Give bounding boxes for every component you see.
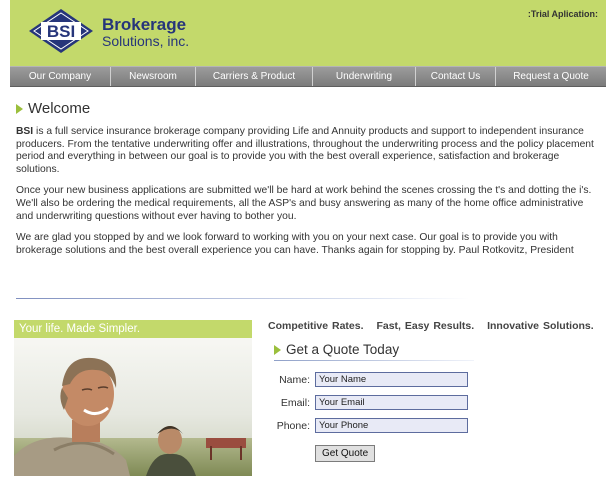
name-row: Name: <box>268 372 468 387</box>
triangle-bullet-icon <box>274 344 281 355</box>
quote-underline <box>274 360 474 361</box>
nav-request-quote[interactable]: Request a Quote <box>496 67 606 86</box>
welcome-content: BSI is a full service insurance brokerag… <box>16 126 601 266</box>
name-input[interactable] <box>315 372 468 387</box>
section-divider <box>16 298 470 299</box>
welcome-title: Welcome <box>28 100 91 117</box>
nav-our-company[interactable]: Our Company <box>10 67 111 86</box>
nav-underwriting[interactable]: Underwriting <box>313 67 416 86</box>
process-paragraph: Once your new business applications are … <box>16 185 592 222</box>
tagline-solutions: Innovative Solutions. <box>487 320 594 332</box>
intro-rest: is a full service insurance brokerage co… <box>16 126 594 175</box>
email-input[interactable] <box>315 395 468 410</box>
site-header: BSI Brokerage Solutions, inc. :Trial Apl… <box>10 0 606 66</box>
phone-input[interactable] <box>315 418 468 433</box>
bsi-logo[interactable]: BSI <box>28 8 94 54</box>
brand-name: Brokerage Solutions, inc. <box>102 15 190 49</box>
logo-text: BSI <box>47 22 75 41</box>
brand-line1: Brokerage <box>102 15 187 34</box>
main-nav: Our Company Newsroom Carriers & Product … <box>10 66 606 87</box>
email-label: Email: <box>280 396 310 409</box>
welcome-heading: Welcome <box>16 100 90 117</box>
quote-title: Get a Quote Today <box>286 342 400 357</box>
tagline-row: Competitive Rates. Fast, Easy Results. I… <box>268 320 603 332</box>
name-label: Name: <box>279 373 310 386</box>
triangle-bullet-icon <box>16 103 23 114</box>
promo-photo <box>14 338 252 476</box>
intro-lead: BSI <box>16 126 34 137</box>
intro-paragraph: BSI is a full service insurance brokerag… <box>16 126 601 176</box>
trial-label: :Trial Aplication: <box>527 9 598 19</box>
promo-caption: Your life. Made Simpler. <box>14 320 252 338</box>
quote-heading: Get a Quote Today <box>274 342 399 357</box>
tagline-rates: Competitive Rates. <box>268 320 364 332</box>
get-quote-button[interactable]: Get Quote <box>315 445 376 462</box>
email-row: Email: <box>268 395 468 410</box>
phone-row: Phone: <box>268 418 468 433</box>
nav-contact-us[interactable]: Contact Us <box>416 67 496 86</box>
nav-newsroom[interactable]: Newsroom <box>111 67 196 86</box>
nav-carriers-product[interactable]: Carriers & Product <box>196 67 313 86</box>
phone-label: Phone: <box>276 419 310 432</box>
tagline-results: Fast, Easy Results. <box>376 320 475 332</box>
thanks-paragraph: We are glad you stopped by and we look f… <box>16 232 574 256</box>
brand-line2: Solutions, inc. <box>102 33 190 49</box>
